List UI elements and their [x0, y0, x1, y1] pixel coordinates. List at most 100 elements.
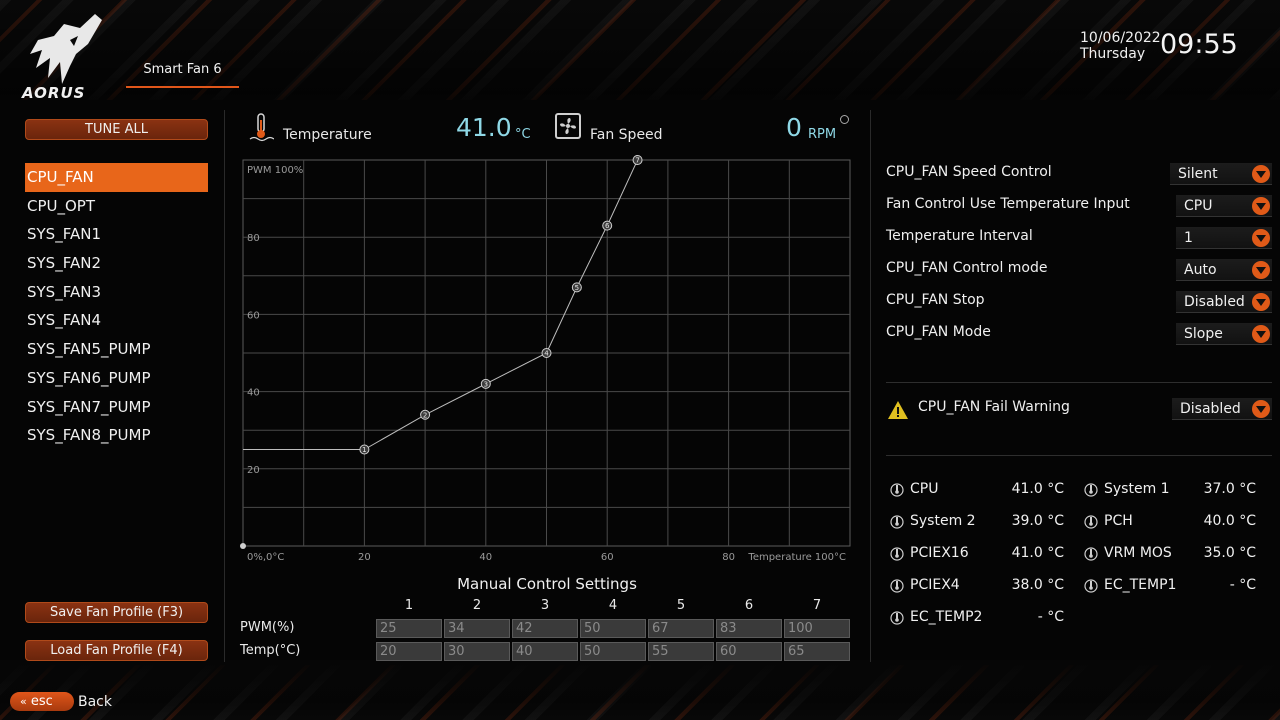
- fan-item-sys-fan2[interactable]: SYS_FAN2: [25, 249, 208, 278]
- curve-point-7[interactable]: 7: [632, 155, 643, 165]
- origin-label: 0%,0°C: [247, 552, 284, 563]
- pwm-input-3[interactable]: 42: [512, 619, 578, 638]
- temp-input-1[interactable]: 20: [376, 642, 442, 661]
- setting-label: Temperature Interval: [886, 228, 1033, 244]
- chevron-down-icon: [1252, 229, 1270, 247]
- sensor-value: 39.0 °C: [1011, 513, 1064, 529]
- fan-item-sys-fan3[interactable]: SYS_FAN3: [25, 278, 208, 307]
- fan-curve-line: [364, 159, 639, 450]
- curve-point-6[interactable]: 6: [602, 220, 613, 231]
- sensor-name: CPU: [910, 481, 939, 497]
- manual-column-header: 3: [540, 598, 550, 613]
- fan-item-sys-fan8-pump[interactable]: SYS_FAN8_PUMP: [25, 421, 208, 450]
- fail-warning-dropdown[interactable]: Disabled: [1172, 398, 1272, 420]
- esc-button[interactable]: « esc: [10, 692, 74, 711]
- fan-item-sys-fan6-pump[interactable]: SYS_FAN6_PUMP: [25, 364, 208, 393]
- setting-dropdown[interactable]: Slope: [1176, 323, 1272, 345]
- temp-input-4[interactable]: 50: [580, 642, 646, 661]
- pwm-input-2[interactable]: 34: [444, 619, 510, 638]
- fail-warning-value: Disabled: [1180, 401, 1241, 417]
- manual-column-header: 2: [472, 598, 482, 613]
- setting-dropdown[interactable]: Disabled: [1176, 291, 1272, 313]
- tune-all-button[interactable]: TUNE ALL: [25, 119, 208, 140]
- curve-point-4[interactable]: 4: [541, 348, 552, 358]
- fan-item-cpu-fan[interactable]: CPU_FAN: [25, 163, 208, 192]
- setting-dropdown[interactable]: Silent: [1170, 163, 1272, 185]
- curve-point-2[interactable]: 2: [420, 409, 431, 420]
- manual-column-header: 7: [812, 598, 822, 613]
- temperature-unit: °C: [515, 127, 531, 142]
- setting-label: CPU_FAN Speed Control: [886, 164, 1052, 180]
- pwm-input-5[interactable]: 67: [648, 619, 714, 638]
- right-divider: [870, 110, 871, 662]
- setting-value: Disabled: [1184, 294, 1245, 310]
- save-fan-profile-button[interactable]: Save Fan Profile (F3): [25, 602, 208, 623]
- setting-dropdown[interactable]: Auto: [1176, 259, 1272, 281]
- temp-input-5[interactable]: 55: [648, 642, 714, 661]
- temp-input-6[interactable]: 60: [716, 642, 782, 661]
- setting-dropdown[interactable]: CPU: [1176, 195, 1272, 217]
- fan-item-sys-fan4[interactable]: SYS_FAN4: [25, 306, 208, 335]
- sensor-value: 38.0 °C: [1011, 577, 1064, 593]
- sensor-name: System 2: [910, 513, 976, 529]
- temp-row-label: Temp(°C): [240, 643, 301, 658]
- temp-input-7[interactable]: 65: [784, 642, 850, 661]
- sensor-name: EC_TEMP1: [1104, 577, 1177, 593]
- setting-dropdown[interactable]: 1: [1176, 227, 1272, 249]
- chevron-down-icon: [1252, 400, 1270, 418]
- chevron-down-icon: [1252, 261, 1270, 279]
- y-tick-label: 80: [247, 233, 260, 244]
- chevron-down-icon: [1252, 293, 1270, 311]
- pwm-input-4[interactable]: 50: [580, 619, 646, 638]
- sensor-value: 41.0 °C: [1011, 481, 1064, 497]
- setting-label: CPU_FAN Stop: [886, 292, 985, 308]
- load-fan-profile-button[interactable]: Load Fan Profile (F4): [25, 640, 208, 661]
- sensor-value: 40.0 °C: [1203, 513, 1256, 529]
- temperature-sensor-icon: [890, 514, 904, 530]
- y-tick-label: 60: [247, 310, 260, 321]
- back-label: Back: [78, 694, 112, 710]
- warning-icon: [888, 401, 908, 419]
- curve-point-3[interactable]: 3: [480, 378, 491, 389]
- fan-speed-value: 0: [786, 113, 802, 142]
- sensor-value: - °C: [1229, 577, 1256, 593]
- pwm-input-7[interactable]: 100: [784, 619, 850, 638]
- pwm-row-label: PWM(%): [240, 620, 295, 635]
- temp-input-3[interactable]: 40: [512, 642, 578, 661]
- rpm-indicator-icon: [840, 115, 849, 124]
- temperature-sensor-icon: [1084, 514, 1098, 530]
- fan-list: CPU_FAN CPU_OPT SYS_FAN1 SYS_FAN2 SYS_FA…: [25, 163, 208, 450]
- sensor-divider: [886, 455, 1272, 456]
- temperature-sensor-icon: [890, 482, 904, 498]
- temperature-sensor-icon: [1084, 482, 1098, 498]
- x-tick-label: 80: [722, 552, 735, 563]
- y-tick-label: 40: [247, 388, 260, 399]
- manual-column-header: 4: [608, 598, 618, 613]
- fan-item-sys-fan1[interactable]: SYS_FAN1: [25, 220, 208, 249]
- tab-smart-fan[interactable]: Smart Fan 6: [126, 62, 239, 88]
- x-tick-label: 40: [479, 552, 492, 563]
- manual-control-title: Manual Control Settings: [457, 575, 637, 593]
- fan-curve-graph[interactable]: PWM 100% Temperature 100°C 0%,0°C 20 40 60…: [240, 155, 852, 564]
- thermometer-icon: [249, 113, 274, 142]
- pwm-input-6[interactable]: 83: [716, 619, 782, 638]
- double-chevron-left-icon: «: [20, 695, 27, 708]
- temp-input-2[interactable]: 30: [444, 642, 510, 661]
- curve-point-1[interactable]: 1: [359, 444, 370, 455]
- fan-item-sys-fan7-pump[interactable]: SYS_FAN7_PUMP: [25, 393, 208, 422]
- y-tick-label: 20: [247, 465, 260, 476]
- temperature-sensor-icon: [890, 578, 904, 594]
- origin-point: [240, 543, 246, 549]
- fan-item-cpu-opt[interactable]: CPU_OPT: [25, 192, 208, 221]
- curve-point-label: 6: [605, 222, 610, 230]
- curve-point-5[interactable]: 5: [571, 282, 582, 293]
- setting-value: Auto: [1184, 262, 1217, 278]
- curve-point-label: 1: [362, 446, 366, 454]
- curve-point-label: 7: [635, 157, 639, 165]
- temperature-sensor-icon: [1084, 546, 1098, 562]
- sensor-name: EC_TEMP2: [910, 609, 983, 625]
- chevron-down-icon: [1252, 165, 1270, 183]
- pwm-input-1[interactable]: 25: [376, 619, 442, 638]
- setting-label: CPU_FAN Mode: [886, 324, 991, 340]
- fan-item-sys-fan5-pump[interactable]: SYS_FAN5_PUMP: [25, 335, 208, 364]
